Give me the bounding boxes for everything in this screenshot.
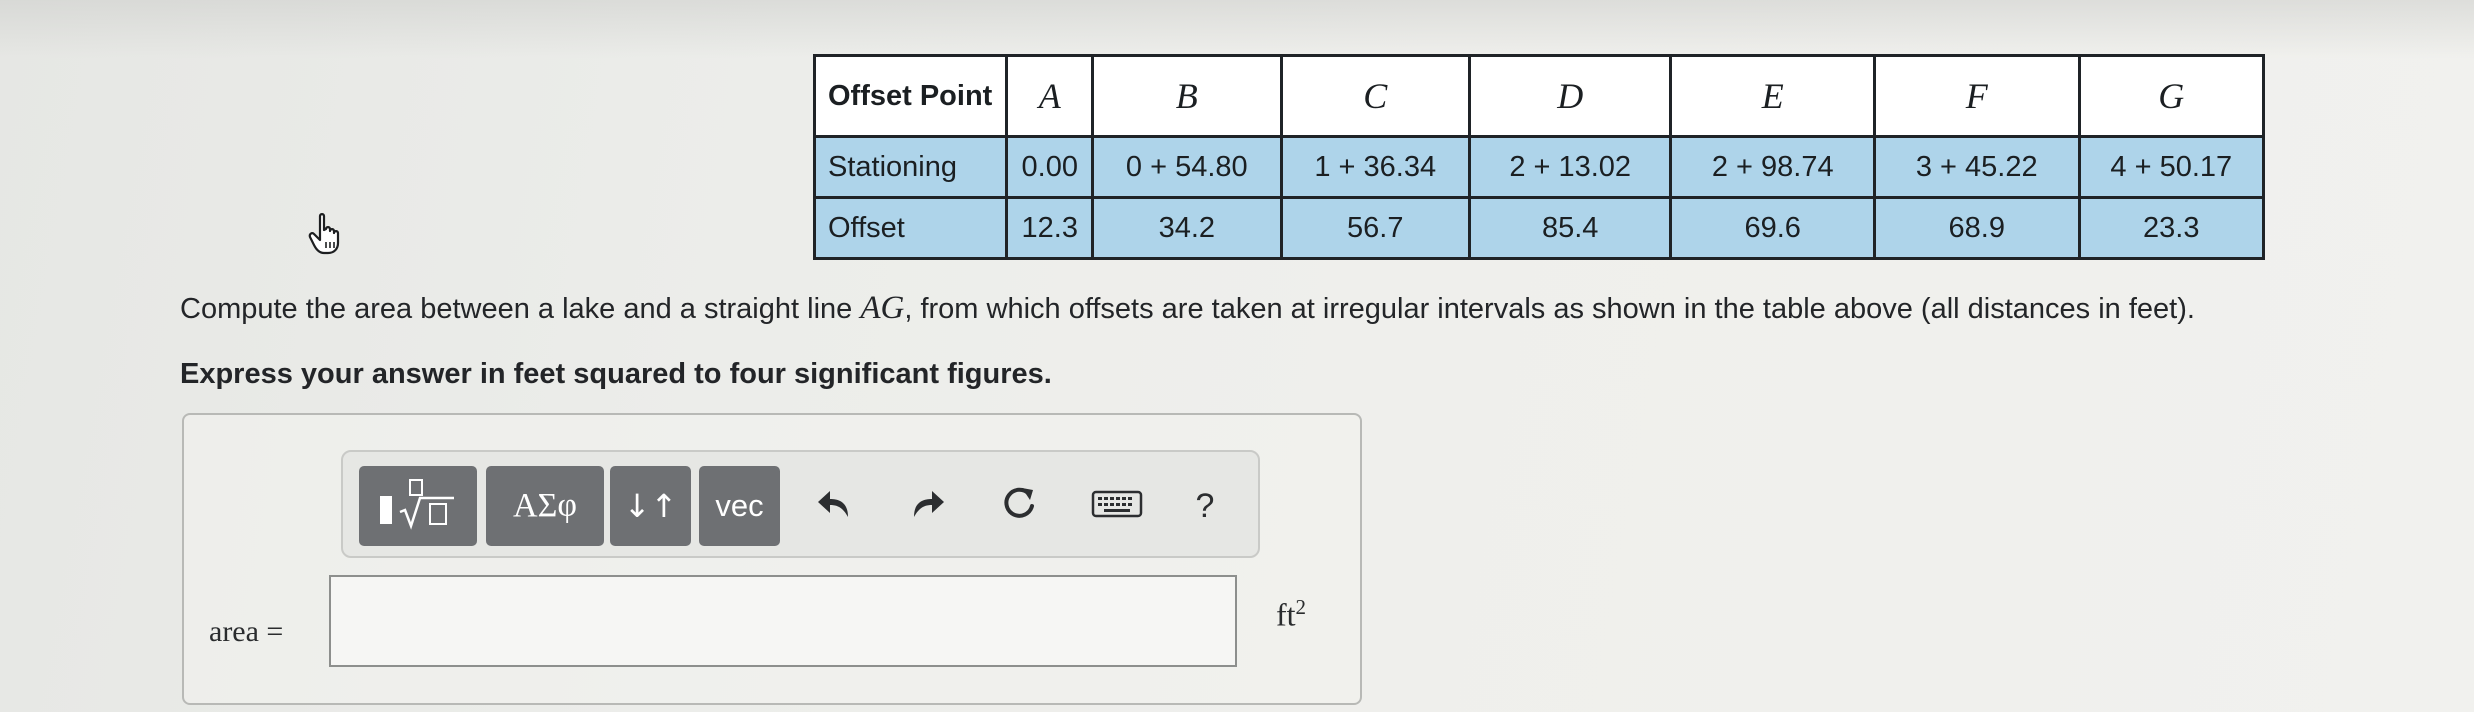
stationing-a: 0.00 <box>1005 135 1095 199</box>
question-text-after: , from which offsets are taken at irregu… <box>904 293 2195 325</box>
vector-button[interactable]: vec <box>699 466 780 546</box>
offset-g: 23.3 <box>2077 196 2266 260</box>
redo-icon <box>907 487 947 526</box>
reset-icon <box>999 484 1039 529</box>
greek-symbols-button[interactable]: ΑΣφ <box>486 466 604 546</box>
header-offset-point: Offset Point <box>812 54 1009 138</box>
templates-button[interactable] <box>359 466 477 546</box>
stationing-e: 2 + 98.74 <box>1669 135 1876 199</box>
hand-pointer-icon <box>308 212 348 256</box>
stationing-b: 0 + 54.80 <box>1091 135 1283 199</box>
offset-f: 68.9 <box>1872 196 2081 260</box>
header-b: B <box>1091 54 1283 138</box>
header-e: E <box>1669 54 1876 138</box>
offset-c: 56.7 <box>1279 196 1471 260</box>
question-text: Compute the area between a lake and a st… <box>180 290 2430 327</box>
unit-base: ft <box>1276 596 1296 633</box>
question-text-before: Compute the area between a lake and a st… <box>180 293 861 325</box>
row-label-stationing: Stationing <box>812 135 1009 199</box>
answer-instruction: Express your answer in feet squared to f… <box>180 358 1052 390</box>
stationing-d: 2 + 13.02 <box>1467 135 1673 199</box>
header-a: A <box>1005 54 1095 138</box>
offset-b: 34.2 <box>1091 196 1283 260</box>
unit-label: ft2 <box>1276 595 1306 634</box>
subscript-superscript-button[interactable]: ↓↑ <box>610 466 691 546</box>
offset-e: 69.6 <box>1669 196 1876 260</box>
math-toolbar: ΑΣφ ↓↑ vec ? <box>341 450 1260 558</box>
row-label-offset: Offset <box>812 196 1009 260</box>
header-g: G <box>2077 54 2266 138</box>
undo-icon <box>815 487 855 526</box>
fraction-sqrt-template-icon <box>370 474 466 538</box>
table-header-row: Offset Point A B C D E F G <box>812 54 2266 138</box>
area-input[interactable] <box>329 575 1237 667</box>
reset-button[interactable] <box>995 482 1043 530</box>
keyboard-icon <box>1091 489 1143 524</box>
offset-d: 85.4 <box>1467 196 1673 260</box>
offset-table: Offset Point A B C D E F G Stationing 0.… <box>812 54 2266 260</box>
table-row-offset: Offset 12.3 34.2 56.7 85.4 69.6 68.9 23.… <box>812 196 2266 260</box>
help-button[interactable]: ? <box>1181 482 1229 530</box>
answer-panel: ΑΣφ ↓↑ vec ? area = ft2 <box>182 413 1362 705</box>
unit-exponent: 2 <box>1295 595 1307 619</box>
undo-button[interactable] <box>811 482 859 530</box>
stationing-f: 3 + 45.22 <box>1872 135 2081 199</box>
stationing-g: 4 + 50.17 <box>2077 135 2266 199</box>
line-ag-math: AG <box>860 290 905 326</box>
redo-button[interactable] <box>903 482 951 530</box>
table-row-stationing: Stationing 0.00 0 + 54.80 1 + 36.34 2 + … <box>812 135 2266 199</box>
stationing-c: 1 + 36.34 <box>1279 135 1471 199</box>
header-d: D <box>1467 54 1673 138</box>
header-c: C <box>1279 54 1471 138</box>
offset-a: 12.3 <box>1005 196 1095 260</box>
keyboard-button[interactable] <box>1085 482 1149 530</box>
top-shadow <box>0 0 2474 58</box>
area-label: area = <box>209 615 284 648</box>
header-f: F <box>1872 54 2081 138</box>
